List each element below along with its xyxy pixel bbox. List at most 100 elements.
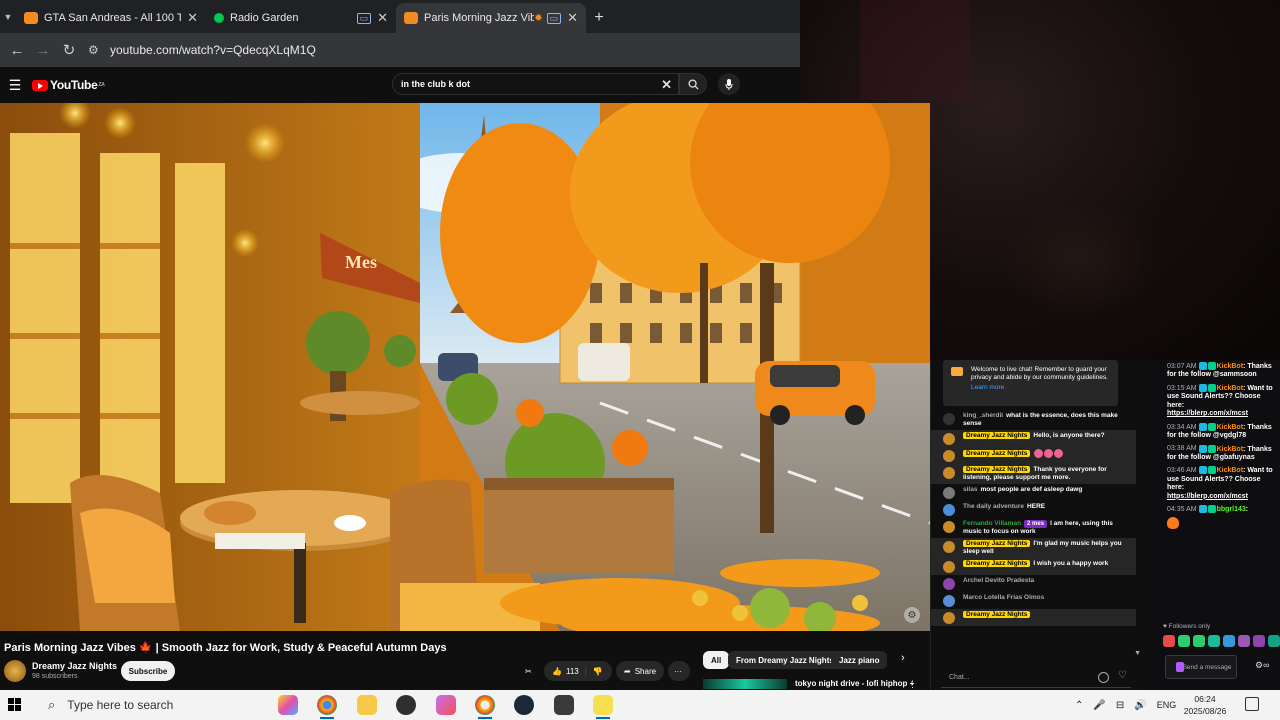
share-button[interactable]: ➦ Share: [616, 661, 665, 681]
kick-username[interactable]: KickBot: [1217, 467, 1243, 474]
emote-icon[interactable]: [1208, 635, 1220, 647]
network-icon[interactable]: ⊟: [1116, 700, 1124, 711]
media-playing-icon[interactable]: ▭: [356, 12, 372, 24]
tray-overflow-icon[interactable]: ⌃: [1075, 700, 1083, 711]
recommended-thumbnail[interactable]: [703, 679, 787, 689]
chat-author[interactable]: Dreamy Jazz Nights: [963, 611, 1031, 618]
chrome-profile-icon[interactable]: [475, 695, 495, 719]
chat-avatar[interactable]: [943, 521, 955, 533]
subscribe-button[interactable]: Subscribe: [121, 661, 175, 681]
kick-link[interactable]: https://blerp.com/x/mcst: [1167, 493, 1248, 500]
taskbar-search[interactable]: ⌕ Type here to search: [40, 690, 270, 720]
chat-author[interactable]: Dreamy Jazz Nights: [963, 466, 1031, 473]
chat-avatar[interactable]: [943, 561, 955, 573]
learn-more-link[interactable]: Learn more: [971, 384, 1112, 392]
chip-all[interactable]: All: [703, 651, 730, 669]
emote-bar[interactable]: [1163, 635, 1280, 647]
emote-icon[interactable]: [1163, 635, 1175, 647]
scroll-down-icon[interactable]: ▼: [1134, 650, 1141, 657]
app-icon[interactable]: [554, 695, 574, 715]
chat-author[interactable]: Archel Devito Pradesta: [963, 577, 1034, 584]
chat-avatar[interactable]: [943, 504, 955, 516]
like-icon[interactable]: 👍: [552, 667, 562, 676]
video-settings-icon[interactable]: ⚙: [904, 607, 920, 623]
chat-author[interactable]: The daily adventure: [963, 503, 1024, 510]
chat-avatar[interactable]: [943, 595, 955, 607]
chat-avatar[interactable]: [943, 413, 955, 425]
url-field[interactable]: ⚙ youtube.com/watch?v=QdecqXLqM1Q: [88, 37, 796, 63]
kick-link[interactable]: https://blerp.com/x/mcst: [1167, 410, 1248, 417]
chat-author[interactable]: Fernando Villaman: [963, 520, 1021, 527]
language-indicator[interactable]: ENG: [1157, 700, 1177, 710]
emote-icon[interactable]: [1238, 635, 1250, 647]
dislike-icon[interactable]: 👎: [593, 667, 603, 676]
steam-icon[interactable]: [514, 695, 534, 715]
clip-button[interactable]: ✂: [520, 661, 542, 681]
volume-icon[interactable]: 🔊: [1134, 700, 1146, 711]
chat-author[interactable]: Dreamy Jazz Nights: [963, 540, 1031, 547]
close-tab-icon[interactable]: ✕: [377, 10, 388, 26]
back-button[interactable]: ←: [4, 37, 30, 63]
tab-paris-jazz[interactable]: Paris Morning Jazz Vibes ✹ ▭ ✕: [396, 3, 586, 33]
chat-avatar[interactable]: [943, 578, 955, 590]
emote-icon[interactable]: [1178, 635, 1190, 647]
taskbar-clock[interactable]: 06:24 2025/08/26: [1180, 693, 1230, 717]
chat-avatar[interactable]: [943, 433, 955, 445]
start-button[interactable]: [8, 698, 22, 712]
chip-jazz-piano[interactable]: Jazz piano: [831, 651, 888, 669]
chat-author[interactable]: Dreamy Jazz Nights: [963, 560, 1031, 567]
kick-username[interactable]: KickBot: [1217, 363, 1243, 370]
emoji-icon[interactable]: [1098, 672, 1109, 683]
reload-button[interactable]: ↻: [56, 37, 82, 63]
microphone-icon[interactable]: 🎤: [1093, 700, 1105, 711]
chat-author[interactable]: Marco Lotella Frias Olmos: [963, 594, 1044, 601]
kick-username[interactable]: KickBot: [1217, 424, 1243, 431]
notification-center-icon[interactable]: [1245, 697, 1259, 711]
voice-search-button[interactable]: [718, 73, 740, 95]
heart-icon[interactable]: ♡: [1118, 670, 1127, 681]
chat-author[interactable]: Dreamy Jazz Nights: [963, 432, 1031, 439]
kick-message-input[interactable]: Send a message: [1165, 655, 1237, 679]
snipping-tool-icon[interactable]: [436, 695, 456, 715]
channel-avatar[interactable]: [4, 660, 26, 682]
emote-icon[interactable]: [1268, 635, 1280, 647]
recommended-more-icon[interactable]: ⋮: [908, 679, 917, 690]
chat-avatar[interactable]: [943, 467, 955, 479]
chip-from-channel[interactable]: From Dreamy Jazz Nights: [728, 651, 842, 669]
emote-icon[interactable]: [1253, 635, 1265, 647]
tab-search-icon[interactable]: ▼: [0, 0, 16, 33]
chat-author[interactable]: silas: [963, 486, 977, 493]
chat-input[interactable]: Chat... ♡: [941, 668, 1131, 688]
kick-username[interactable]: bbgrl143: [1217, 506, 1246, 513]
kick-settings-icon[interactable]: ⚙∞: [1255, 660, 1269, 671]
tab-gta[interactable]: GTA San Andreas - All 100 Tag ✕: [16, 3, 206, 33]
chat-avatar[interactable]: [943, 450, 955, 462]
close-tab-icon[interactable]: ✕: [567, 10, 578, 26]
tab-radio-garden[interactable]: Radio Garden ▭ ✕: [206, 3, 396, 33]
menu-icon[interactable]: ☰: [4, 77, 26, 94]
chat-author[interactable]: king_.sherdii: [963, 412, 1003, 419]
clear-search-icon[interactable]: ✕: [661, 77, 672, 93]
youtube-logo[interactable]: YouTube ZA: [32, 78, 105, 92]
channel-name[interactable]: Dreamy Jazz Nights: [32, 661, 117, 671]
chat-avatar[interactable]: [943, 612, 955, 624]
new-tab-button[interactable]: +: [586, 3, 612, 33]
copilot-icon[interactable]: [278, 695, 298, 715]
emote-icon[interactable]: [1223, 635, 1235, 647]
streaming-app-icon[interactable]: [593, 695, 613, 719]
forward-button[interactable]: →: [30, 37, 56, 63]
media-playing-icon[interactable]: ▭: [546, 12, 562, 24]
more-actions-button[interactable]: ···: [668, 661, 690, 681]
kick-username[interactable]: KickBot: [1217, 385, 1243, 392]
search-input[interactable]: in the club k dot ✕: [392, 73, 679, 95]
file-explorer-icon[interactable]: [357, 695, 377, 715]
emote-picker-icon[interactable]: [1176, 662, 1184, 672]
chat-avatar[interactable]: [943, 487, 955, 499]
chips-next-icon[interactable]: ›: [901, 652, 905, 664]
obs-icon[interactable]: [396, 695, 416, 715]
site-info-icon[interactable]: ⚙: [88, 43, 110, 57]
video-player[interactable]: Mes ⚙: [0, 103, 930, 631]
chat-author[interactable]: Dreamy Jazz Nights: [963, 450, 1031, 458]
chrome-icon[interactable]: [317, 695, 337, 719]
kick-username[interactable]: KickBot: [1217, 445, 1243, 452]
